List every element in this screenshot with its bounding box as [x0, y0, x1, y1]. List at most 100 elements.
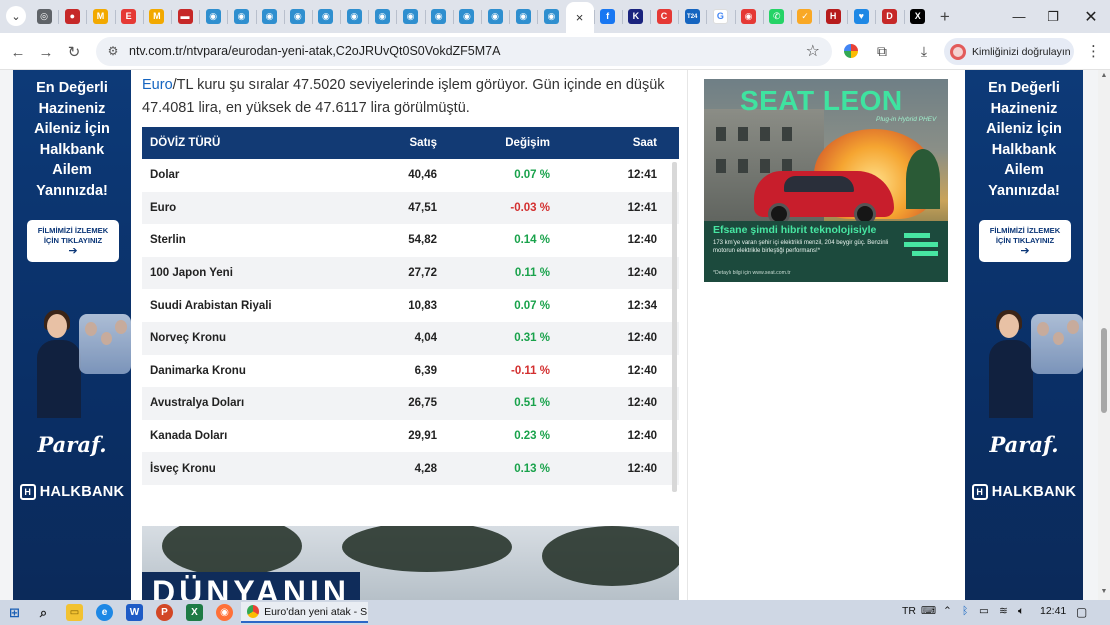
close-tab-icon[interactable]: ×: [576, 10, 584, 25]
wifi-icon[interactable]: ≋: [999, 605, 1008, 617]
browser-tab[interactable]: ◉: [227, 0, 255, 33]
language-indicator[interactable]: TR: [902, 605, 916, 617]
facebook-icon: f: [600, 9, 616, 24]
volume-icon[interactable]: 🔈︎: [1018, 605, 1024, 618]
table-scrollbar[interactable]: [672, 162, 677, 492]
extensions-puzzle-icon[interactable]: ⧉: [872, 41, 892, 61]
browser-tab[interactable]: f: [593, 0, 622, 33]
browser-tab[interactable]: E: [114, 0, 143, 33]
tray-expand-icon[interactable]: ⌃: [943, 605, 952, 617]
page-scrollbar[interactable]: ▲ ▼: [1098, 70, 1110, 600]
browser-tab[interactable]: ◉: [199, 0, 227, 33]
halkbank-ad-left[interactable]: En Değerli Hazineniz Aileniz İçin Halkba…: [13, 70, 131, 600]
minimize-icon[interactable]: —: [1002, 0, 1036, 33]
word-icon[interactable]: W: [126, 604, 143, 621]
search-icon[interactable]: ⌕: [35, 604, 52, 621]
back-icon[interactable]: ←: [6, 40, 30, 64]
header-sell[interactable]: Satış: [371, 137, 438, 149]
url-text[interactable]: ntv.com.tr/ntvpara/eurodan-yeni-atak,C2o…: [129, 44, 500, 58]
browser-tab[interactable]: G: [706, 0, 734, 33]
tab-search-icon[interactable]: ⌄: [6, 6, 26, 26]
excel-icon[interactable]: X: [186, 604, 203, 621]
clock[interactable]: 12:41: [1040, 605, 1066, 617]
browser-tab[interactable]: ◉: [340, 0, 368, 33]
currency-row[interactable]: 100 Japon Yeni 27,72 0.11 % 12:40: [142, 256, 679, 290]
currency-row[interactable]: İsveç Kronu 4,28 0.13 % 12:40: [142, 452, 679, 485]
taskbar-chrome-window[interactable]: Euro'dan yeni atak - S...: [241, 602, 368, 623]
browser-tab[interactable]: ●: [58, 0, 86, 33]
keyboard-icon[interactable]: ⌨: [921, 605, 936, 617]
powerpoint-icon[interactable]: P: [156, 604, 173, 621]
scroll-down-icon[interactable]: ▼: [1100, 588, 1108, 595]
browser-tab[interactable]: ◉: [311, 0, 340, 33]
scroll-up-icon[interactable]: ▲: [1100, 72, 1108, 79]
close-window-icon[interactable]: ✕: [1074, 0, 1108, 33]
forward-icon[interactable]: →: [34, 40, 58, 64]
currency-row[interactable]: Suudi Arabistan Riyali 10,83 0.07 % 12:34: [142, 289, 679, 322]
active-browser-tab[interactable]: ×: [565, 2, 594, 33]
download-icon[interactable]: ⤓: [914, 41, 934, 61]
edge-icon[interactable]: e: [96, 604, 113, 621]
windows-start-icon[interactable]: ⊞: [6, 604, 23, 621]
currency-row[interactable]: Sterlin 54,82 0.14 % 12:40: [142, 224, 679, 257]
browser-tab[interactable]: H: [819, 0, 847, 33]
browser-tab[interactable]: ♥: [847, 0, 875, 33]
currency-row[interactable]: Danimarka Kronu 6,39 -0.11 % 12:40: [142, 354, 679, 388]
browser-tab[interactable]: ◉: [452, 0, 481, 33]
browser-tab[interactable]: ◉: [424, 0, 453, 33]
browser-tab[interactable]: ▬: [170, 0, 199, 33]
browser-tab[interactable]: C: [649, 0, 678, 33]
extension-color-icon[interactable]: [841, 41, 861, 61]
browser-tab[interactable]: ◉: [396, 0, 424, 33]
currency-row[interactable]: Avustralya Doları 26,75 0.51 % 12:40: [142, 387, 679, 420]
browser-tab[interactable]: M: [142, 0, 171, 33]
file-explorer-icon[interactable]: ▭: [66, 604, 83, 621]
firefox-icon[interactable]: ◉: [216, 604, 233, 621]
tab-site-icon: C: [656, 9, 672, 24]
browser-tab[interactable]: ◉: [368, 0, 396, 33]
browser-tab[interactable]: ✓: [790, 0, 819, 33]
currency-row[interactable]: Euro 47,51 -0.03 % 12:41: [142, 191, 679, 225]
maximize-icon[interactable]: ❐: [1036, 0, 1070, 33]
bluetooth-icon[interactable]: ᛒ: [962, 605, 968, 617]
currency-row[interactable]: Kanada Doları 29,91 0.23 % 12:40: [142, 419, 679, 453]
halkbank-logo: H HALKBANK: [965, 484, 1083, 500]
ad-watch-film-button[interactable]: FİLMİMİZİ İZLEMEK İÇİN TIKLAYINIZ ➔: [27, 220, 119, 262]
notifications-icon[interactable]: ▢: [1076, 605, 1087, 619]
browser-tab[interactable]: X: [903, 0, 932, 33]
scroll-thumb[interactable]: [1101, 328, 1107, 413]
browser-tab[interactable]: ◉: [537, 0, 565, 33]
bookmark-star-icon[interactable]: ☆: [806, 41, 820, 61]
browser-tab[interactable]: ◉: [481, 0, 509, 33]
site-info-icon[interactable]: ⚙: [104, 42, 122, 60]
address-bar[interactable]: ⚙ ntv.com.tr/ntvpara/eurodan-yeni-atak,C…: [96, 37, 832, 66]
reload-icon[interactable]: ↻: [62, 40, 86, 64]
header-currency-type[interactable]: DÖVİZ TÜRÜ: [142, 137, 371, 149]
browser-tab[interactable]: ✆: [762, 0, 791, 33]
browser-tab[interactable]: K: [621, 0, 650, 33]
article-photo[interactable]: DÜNYANIN: [142, 526, 679, 600]
battery-icon[interactable]: ▭: [979, 605, 989, 617]
currency-table-header: DÖVİZ TÜRÜ Satış Değişim Saat: [142, 127, 679, 159]
browser-tab[interactable]: D: [875, 0, 903, 33]
seat-leon-ad[interactable]: SEAT LEON Plug-in Hybrid PHEV Efsane şim…: [704, 79, 948, 282]
header-time[interactable]: Saat: [550, 137, 657, 149]
cta-line: FİLMİMİZİ İZLEMEK: [989, 226, 1061, 235]
header-change[interactable]: Değişim: [437, 137, 550, 149]
sell-price: 4,04: [414, 332, 437, 345]
browser-tab[interactable]: ◉: [283, 0, 312, 33]
browser-tab[interactable]: ◎: [30, 0, 58, 33]
browser-tab[interactable]: T24: [678, 0, 706, 33]
currency-row[interactable]: Norveç Kronu 4,04 0.31 % 12:40: [142, 321, 679, 355]
browser-tab[interactable]: M: [86, 0, 114, 33]
browser-tab[interactable]: ◉: [734, 0, 763, 33]
browser-menu-icon[interactable]: ⋮: [1086, 42, 1101, 60]
halkbank-ad-right[interactable]: En Değerli Hazineniz Aileniz İçin Halkba…: [965, 70, 1083, 600]
currency-row[interactable]: Dolar 40,46 0.07 % 12:41: [142, 159, 679, 192]
new-tab-button[interactable]: +: [932, 0, 958, 33]
euro-link[interactable]: Euro: [142, 77, 173, 93]
browser-tab[interactable]: ◉: [509, 0, 537, 33]
profile-verify-button[interactable]: Kimliğinizi doğrulayın: [944, 38, 1074, 65]
browser-tab[interactable]: ◉: [255, 0, 284, 33]
ad-watch-film-button[interactable]: FİLMİMİZİ İZLEMEK İÇİN TIKLAYINIZ ➔: [979, 220, 1071, 262]
